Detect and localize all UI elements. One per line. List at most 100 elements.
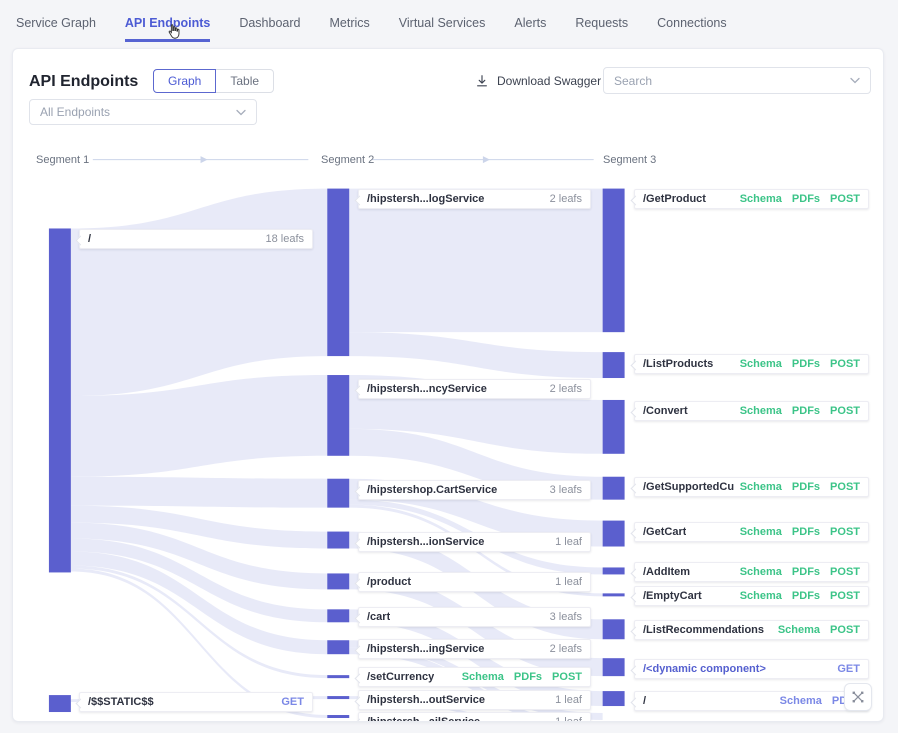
endpoint-label: /hipstershop.CartService	[367, 484, 497, 496]
leaf-count: 18 leafs	[265, 233, 304, 245]
pdfs-link[interactable]: PDFs	[792, 405, 820, 417]
endpoint-node-dynamic-component[interactable]: /<dynamic component>GET	[634, 659, 869, 679]
nav-item-virtual-services[interactable]: Virtual Services	[399, 16, 486, 42]
nav-item-service-graph[interactable]: Service Graph	[16, 16, 96, 42]
segment-arrowhead-icon	[483, 156, 490, 163]
endpoint-meta: 1 leaf	[555, 694, 582, 706]
sankey-node-bar-getcart[interactable]	[603, 521, 625, 547]
method-badge: POST	[830, 590, 860, 602]
method-badge: POST	[830, 481, 860, 493]
sankey-node-bar-hipstersh-ionservice[interactable]	[327, 532, 349, 549]
schema-link[interactable]: Schema	[740, 590, 782, 602]
nav-item-dashboard[interactable]: Dashboard	[239, 16, 300, 42]
pdfs-link[interactable]: PDFs	[792, 590, 820, 602]
sankey-node-bar-listproducts[interactable]	[603, 352, 625, 378]
endpoint-node-hipstersh-outservice[interactable]: /hipstersh...outService1 leaf	[358, 690, 591, 710]
endpoint-node-additem[interactable]: /AddItemSchemaPDFsPOST	[634, 562, 869, 582]
expand-graph-button[interactable]	[844, 683, 872, 711]
pdfs-link[interactable]: PDFs	[792, 566, 820, 578]
endpoint-node-hipstersh-ncyservice[interactable]: /hipstersh...ncyService2 leafs	[358, 379, 591, 399]
endpoint-node-hipstersh-ionservice[interactable]: /hipstersh...ionService 1 leaf	[358, 532, 591, 552]
schema-link[interactable]: Schema	[740, 358, 782, 370]
endpoint-node-root[interactable]: /SchemaPDFs	[634, 691, 869, 711]
nav-item-alerts[interactable]: Alerts	[514, 16, 546, 42]
sankey-node-bar-root[interactable]	[49, 228, 71, 572]
schema-link[interactable]: Schema	[740, 566, 782, 578]
endpoint-node-product[interactable]: /product 1 leaf	[358, 572, 591, 592]
endpoint-label: /setCurrency	[367, 671, 434, 683]
endpoint-meta: 3 leafs	[550, 484, 582, 496]
endpoint-label: /product	[367, 576, 411, 588]
sankey-node-bar-dynamic-component[interactable]	[603, 658, 625, 676]
sankey-node-bar-setcurrency[interactable]	[327, 675, 349, 678]
endpoint-node-getcart[interactable]: /GetCartSchemaPDFsPOST	[634, 522, 869, 542]
sankey-node-bar-hipstersh-ailservice[interactable]	[327, 715, 349, 718]
top-nav: Service GraphAPI EndpointsDashboardMetri…	[0, 0, 898, 48]
graph-view-button[interactable]: Graph	[153, 69, 216, 93]
endpoint-label: /hipstersh...ionService	[367, 536, 484, 548]
endpoint-node-setcurrency[interactable]: /setCurrencySchemaPDFsPOST	[358, 667, 591, 687]
schema-link[interactable]: Schema	[780, 695, 822, 707]
endpoint-node-emptycart[interactable]: /EmptyCart Schema PDFs POST	[634, 586, 869, 606]
endpoint-node-hipstersh-ailservice[interactable]: /hipstersh...ailService1 leaf	[358, 712, 591, 722]
endpoint-meta: GET	[281, 696, 304, 708]
endpoint-meta: SchemaPDFsPOST	[740, 405, 860, 417]
sankey-node-bar-emptycart[interactable]	[603, 593, 625, 596]
endpoint-label: /EmptyCart	[643, 590, 702, 602]
schema-link[interactable]: Schema	[740, 481, 782, 493]
sankey-node-bar-convert[interactable]	[603, 400, 625, 454]
endpoint-node-getsupportedcurrencies[interactable]: /GetSupportedCurrencies Schema PDFs POST	[634, 477, 869, 497]
endpoint-node-static[interactable]: /$$STATIC$$GET	[79, 692, 313, 712]
leaf-count: 2 leafs	[550, 643, 582, 655]
endpoint-node-listproducts[interactable]: /ListProductsSchemaPDFsPOST	[634, 354, 869, 374]
schema-link[interactable]: Schema	[740, 405, 782, 417]
leaf-count: 3 leafs	[550, 611, 582, 623]
leaf-count: 2 leafs	[550, 193, 582, 205]
sankey-node-bar-hipstersh-outservice[interactable]	[327, 696, 349, 699]
sankey-node-bar-hipstershop-cartservice[interactable]	[327, 479, 349, 508]
pdfs-link[interactable]: PDFs	[514, 671, 542, 683]
schema-link[interactable]: Schema	[462, 671, 504, 683]
schema-link[interactable]: Schema	[740, 526, 782, 538]
flow-ribbon	[71, 477, 327, 508]
sankey-node-bar-listrecommendations[interactable]	[603, 619, 625, 639]
sankey-node-bar-static[interactable]	[49, 695, 71, 712]
schema-link[interactable]: Schema	[778, 624, 820, 636]
pdfs-link[interactable]: PDFs	[792, 526, 820, 538]
leaf-count: 1 leaf	[555, 694, 582, 706]
endpoint-node-root[interactable]: /18 leafs	[79, 229, 313, 249]
pdfs-link[interactable]: PDFs	[792, 481, 820, 493]
endpoint-meta: Schema PDFs POST	[740, 590, 860, 602]
sankey-node-bar-additem[interactable]	[603, 567, 625, 574]
pdfs-link[interactable]: PDFs	[792, 358, 820, 370]
leaf-count: 1 leaf	[555, 536, 582, 548]
endpoint-node-cart[interactable]: /cart3 leafs	[358, 607, 591, 627]
schema-link[interactable]: Schema	[740, 193, 782, 205]
pdfs-link[interactable]: PDFs	[792, 193, 820, 205]
endpoint-node-hipstersh-ingservice[interactable]: /hipstersh...ingService 2 leafs	[358, 639, 591, 659]
endpoint-label: /GetSupportedCurrencies	[643, 481, 734, 493]
sankey-node-bar-root[interactable]	[603, 691, 625, 706]
endpoint-node-listrecommendations[interactable]: /ListRecommendationsSchemaPOST	[634, 620, 869, 640]
nav-item-connections[interactable]: Connections	[657, 16, 727, 42]
endpoint-node-hipstershop-cartservice[interactable]: /hipstershop.CartService 3 leafs	[358, 480, 591, 500]
sankey-node-bar-cart[interactable]	[327, 609, 349, 622]
sankey-node-bar-hipstersh-ncyservice[interactable]	[327, 375, 349, 456]
nav-item-requests[interactable]: Requests	[575, 16, 628, 42]
sankey-node-bar-getsupportedcurrencies[interactable]	[603, 477, 625, 500]
endpoint-meta: SchemaPDFsPOST	[740, 358, 860, 370]
endpoint-label: /<dynamic component>	[643, 663, 766, 675]
endpoint-label: /GetCart	[643, 526, 686, 538]
sankey-node-bar-hipstersh-ingservice[interactable]	[327, 640, 349, 654]
leaf-count: 1 leaf	[555, 576, 582, 588]
sankey-node-bar-hipstersh-logservice[interactable]	[327, 189, 349, 357]
sankey-node-bar-product[interactable]	[327, 573, 349, 589]
endpoint-label: /hipstersh...ingService	[367, 643, 484, 655]
endpoint-node-hipstersh-logservice[interactable]: /hipstersh...logService2 leafs	[358, 189, 591, 209]
endpoint-meta: 2 leafs	[550, 643, 582, 655]
endpoint-node-convert[interactable]: /ConvertSchemaPDFsPOST	[634, 401, 869, 421]
sankey-node-bar-getproduct[interactable]	[603, 189, 625, 333]
nav-item-metrics[interactable]: Metrics	[329, 16, 369, 42]
endpoint-meta: 18 leafs	[265, 233, 304, 245]
endpoint-node-getproduct[interactable]: /GetProductSchemaPDFsPOST	[634, 189, 869, 209]
